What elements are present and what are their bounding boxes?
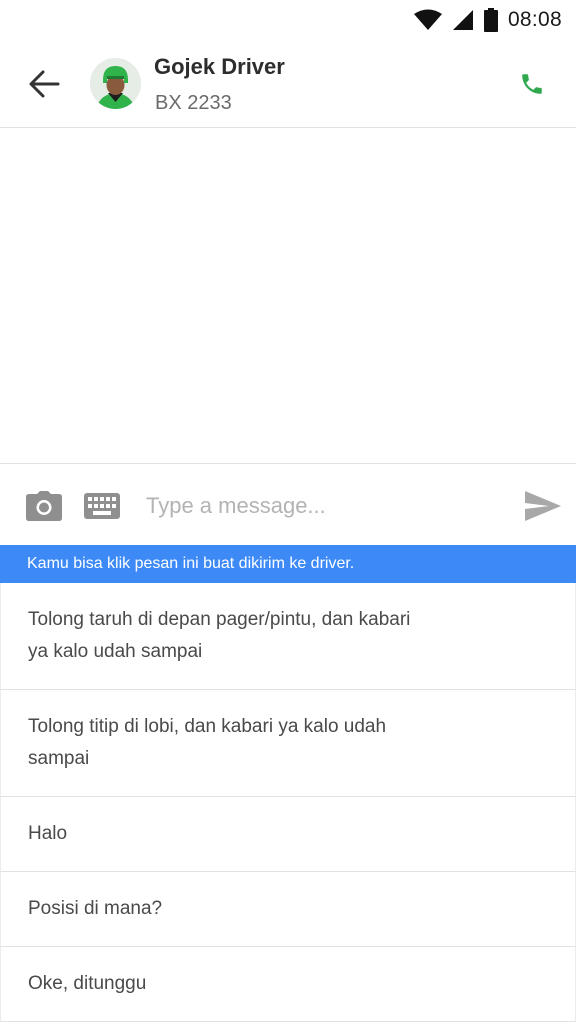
quick-reply-item[interactable]: Tolong titip di lobi, dan kabari ya kalo… bbox=[0, 690, 576, 797]
camera-icon bbox=[26, 491, 62, 521]
battery-icon bbox=[483, 8, 498, 32]
signal-icon bbox=[452, 10, 473, 30]
camera-button[interactable] bbox=[24, 486, 64, 526]
driver-name: Gojek Driver bbox=[154, 54, 285, 79]
wifi-icon bbox=[413, 9, 442, 30]
driver-plate-number: BX 2233 bbox=[155, 92, 232, 114]
arrow-left-icon bbox=[29, 70, 60, 98]
chat-messages-area[interactable] bbox=[0, 128, 576, 463]
status-time: 08:08 bbox=[507, 8, 562, 31]
quick-reply-hint-banner: Kamu bisa klik pesan ini buat dikirim ke… bbox=[0, 545, 576, 583]
call-button[interactable] bbox=[510, 62, 554, 106]
driver-avatar[interactable] bbox=[90, 58, 141, 109]
quick-reply-item[interactable]: Halo bbox=[0, 797, 576, 872]
chat-header: Gojek Driver BX 2233 bbox=[0, 40, 576, 128]
quick-reply-list: Tolong taruh di depan pager/pintu, dan k… bbox=[0, 583, 576, 1022]
quick-reply-item[interactable]: Tolong taruh di depan pager/pintu, dan k… bbox=[0, 583, 576, 690]
quick-reply-text: Halo bbox=[28, 823, 68, 844]
quick-reply-item[interactable]: Oke, ditunggu bbox=[0, 947, 576, 1022]
back-button[interactable] bbox=[20, 62, 68, 106]
message-input[interactable] bbox=[146, 485, 506, 527]
quick-reply-text: Tolong taruh di depan pager/pintu, dan k… bbox=[28, 609, 411, 662]
quick-reply-text: Posisi di mana? bbox=[28, 898, 163, 919]
quick-reply-text: Tolong titip di lobi, dan kabari ya kalo… bbox=[28, 716, 387, 769]
keyboard-icon bbox=[84, 493, 120, 519]
phone-icon bbox=[522, 74, 542, 94]
send-icon bbox=[525, 491, 561, 521]
send-button[interactable] bbox=[522, 486, 564, 526]
message-composer bbox=[0, 463, 576, 545]
status-bar: 08:08 bbox=[0, 0, 576, 40]
quick-reply-item[interactable]: Posisi di mana? bbox=[0, 872, 576, 947]
quick-reply-text: Oke, ditunggu bbox=[28, 973, 147, 994]
keyboard-button[interactable] bbox=[82, 486, 122, 526]
